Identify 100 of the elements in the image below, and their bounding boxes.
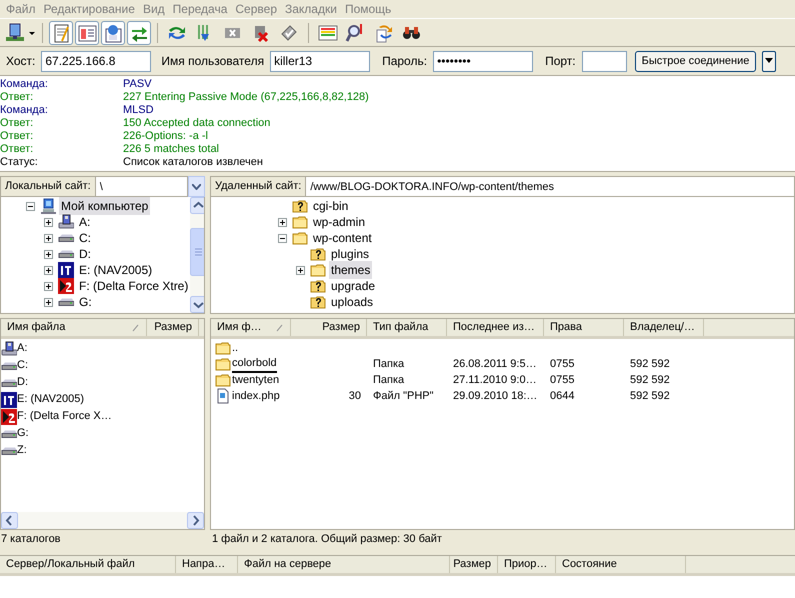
- tree-item[interactable]: wp-admin: [311, 213, 368, 231]
- toggle-button[interactable]: [127, 20, 151, 44]
- remote-path-field[interactable]: /www/BLOG-DOKTORA.INFO/wp-content/themes: [306, 176, 795, 197]
- drive-icon: [58, 234, 74, 242]
- folder-icon: [292, 214, 308, 230]
- globe-window-icon: [103, 22, 123, 42]
- file-name[interactable]: A:: [17, 340, 28, 357]
- collapse-icon[interactable]: [26, 202, 34, 210]
- tree-item[interactable]: uploads: [329, 293, 376, 311]
- username-field[interactable]: killer13: [270, 50, 370, 72]
- collapse-icon[interactable]: [278, 234, 286, 242]
- tree-item[interactable]: C:: [77, 229, 93, 247]
- tree-item[interactable]: plugins: [329, 245, 372, 263]
- folder-icon: [310, 262, 326, 278]
- column-header[interactable]: Сервер/Локальный файл: [0, 556, 176, 573]
- expand-icon[interactable]: [44, 250, 52, 258]
- toggle-button[interactable]: [101, 20, 125, 44]
- drive-icon: [1, 430, 17, 438]
- file-name[interactable]: twentyten: [232, 372, 280, 388]
- horizontal-scrollbar[interactable]: [1, 512, 204, 529]
- quickconnect-dropdown[interactable]: [762, 50, 776, 72]
- folder-icon: [215, 372, 231, 388]
- status-text: 7 каталогов: [0, 532, 62, 547]
- local-path-field[interactable]: \: [96, 176, 188, 197]
- drive-icon: [1, 446, 17, 454]
- file-name[interactable]: E: (NAV2005): [17, 391, 84, 408]
- table-cell-text: 592 592: [630, 388, 670, 404]
- tree-item[interactable]: upgrade: [329, 277, 378, 295]
- column-header[interactable]: Приор…: [498, 556, 556, 573]
- unknown-folder-icon: [310, 246, 326, 262]
- expand-icon[interactable]: [296, 266, 304, 274]
- column-header[interactable]: Размер: [450, 556, 498, 573]
- caret-icon: [192, 184, 201, 190]
- toggle-button[interactable]: [49, 20, 73, 44]
- file-name[interactable]: D:: [17, 374, 28, 391]
- column-header[interactable]: Имя файла: [1, 319, 147, 336]
- drive-icon: [1, 362, 17, 370]
- expand-icon[interactable]: [44, 218, 52, 226]
- quickconnect-button[interactable]: Быстрое соединение: [634, 50, 756, 72]
- vertical-scrollbar[interactable]: [190, 197, 204, 313]
- column-header[interactable]: Размер: [291, 319, 367, 336]
- tree-item[interactable]: D:: [77, 245, 93, 263]
- column-header[interactable]: Размер: [147, 319, 199, 336]
- file-name[interactable]: index.php: [232, 388, 280, 404]
- layout-icon: [77, 22, 97, 42]
- column-header[interactable]: Последнее из…: [447, 319, 544, 336]
- drive-icon: [58, 250, 74, 258]
- tree-item[interactable]: F: (Delta Force Xtre): [77, 277, 190, 295]
- log-message: 226-Options: -a -l: [123, 130, 208, 143]
- tree-item[interactable]: themes: [329, 261, 372, 279]
- column-header[interactable]: Состояние: [556, 556, 686, 573]
- file-name[interactable]: Z:: [17, 442, 27, 459]
- scroll-thumb-icon[interactable]: [190, 228, 204, 276]
- file-name[interactable]: F: (Delta Force X…: [17, 408, 112, 425]
- expand-icon[interactable]: [44, 298, 52, 306]
- tree-item[interactable]: cgi-bin: [311, 197, 350, 215]
- log-message: Список каталогов извлечен: [123, 156, 263, 169]
- column-header[interactable]: Файл на сервере: [238, 556, 450, 573]
- scroll-down-icon[interactable]: [190, 296, 204, 313]
- caret-icon: [765, 58, 774, 64]
- expand-icon[interactable]: [44, 266, 52, 274]
- table-cell-text: 0755: [550, 372, 574, 388]
- folder-icon: [215, 356, 231, 372]
- file-name[interactable]: ..: [232, 340, 238, 356]
- table-cell-text: 26.08.2011 9:5…: [453, 356, 537, 372]
- column-header[interactable]: Тип файла: [367, 319, 447, 336]
- log-message: 150 Accepted data connection: [123, 117, 270, 130]
- tree-item[interactable]: wp-content: [311, 229, 374, 247]
- host-field[interactable]: 67.225.166.8: [41, 50, 152, 72]
- file-name[interactable]: C:: [17, 357, 28, 374]
- tree-item[interactable]: G:: [77, 293, 94, 311]
- port-field[interactable]: [582, 50, 627, 72]
- tree-item[interactable]: Мой компьютер: [59, 197, 150, 215]
- dropdown-button[interactable]: [188, 176, 205, 197]
- column-header[interactable]: Владелец/…: [624, 319, 704, 336]
- scroll-right-icon[interactable]: [187, 512, 204, 529]
- scroll-up-icon[interactable]: [190, 197, 204, 214]
- expand-icon[interactable]: [44, 234, 52, 242]
- file-name[interactable]: G:: [17, 425, 29, 442]
- log-message: PASV: [123, 78, 152, 91]
- expand-icon[interactable]: [44, 282, 52, 290]
- scroll-left-icon[interactable]: [1, 512, 18, 529]
- table-cell-text: 592 592: [630, 372, 670, 388]
- tree-item[interactable]: A:: [77, 213, 92, 231]
- password-field[interactable]: ••••••••: [433, 50, 534, 72]
- file-name[interactable]: colorbold: [232, 354, 277, 374]
- table-cell-text: 0644: [550, 388, 574, 404]
- tree-item[interactable]: E: (NAV2005): [77, 261, 154, 279]
- column-header[interactable]: Права: [544, 319, 624, 336]
- toggle-button[interactable]: [75, 20, 99, 44]
- log-message: 226 5 matches total: [123, 143, 220, 156]
- expand-icon[interactable]: [278, 218, 286, 226]
- php-file-icon: [215, 388, 231, 404]
- table-cell-text: 27.11.2010 9:0…: [453, 372, 537, 388]
- drive-icon: [1, 378, 17, 386]
- log-label: Команда:: [0, 78, 49, 91]
- column-header[interactable]: Напра…: [176, 556, 238, 573]
- column-header[interactable]: Имя ф…: [211, 319, 291, 336]
- table-cell-text: 29.09.2010 18:…: [453, 388, 538, 404]
- site-manager-icon[interactable]: [4, 22, 26, 44]
